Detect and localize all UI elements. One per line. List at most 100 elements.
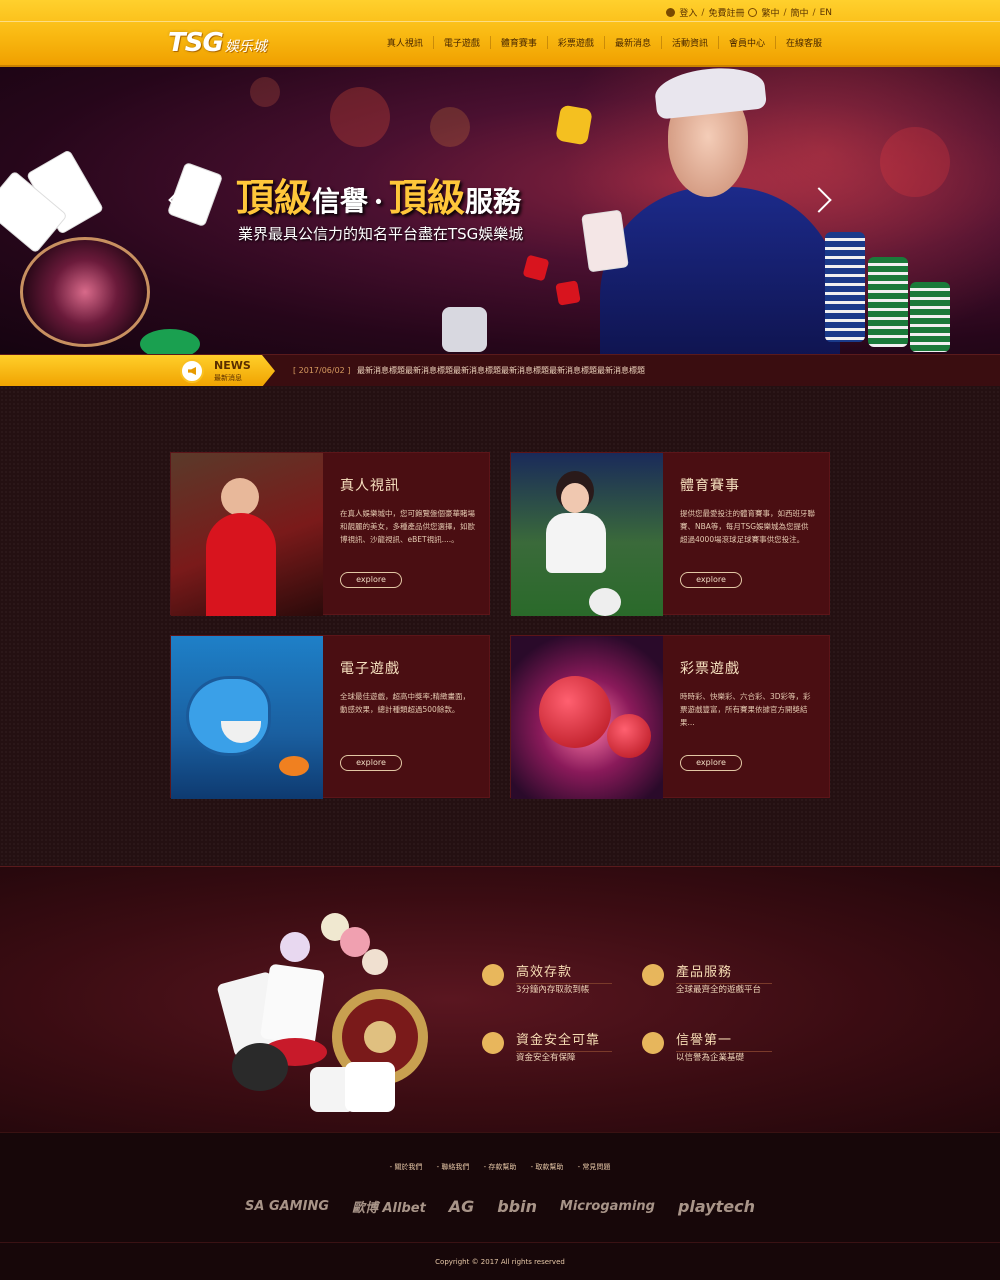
partner-logos: SA GAMING 歐博 Allbet AG bbin Microgaming … [245,1191,755,1221]
footer-link-about[interactable]: - 關於我們 [390,1163,423,1171]
features-section: 高效存款 3分鐘內存取款到帳 產品服務 全球最齊全的遊戲平台 資金安全可靠 資金… [0,866,1000,1132]
dice-image [522,254,550,282]
footer-divider [0,1242,1000,1243]
feature-title: 資金安全可靠 [516,1029,612,1052]
lang-traditional[interactable]: 繁中 [761,6,779,19]
feature-description: 3分鐘內存取款到帳 [516,985,590,995]
globe-icon [642,964,664,986]
card-title: 體育賽事 [680,478,740,494]
footer-link-deposit-help[interactable]: - 存款幫助 [484,1163,517,1171]
e-games-image [171,636,323,799]
card-description: 時時彩、快樂彩、六合彩、3D彩等，彩票遊戲豐富，所有賽果依據官方開獎結果... [680,692,811,727]
card-title: 彩票遊戲 [680,661,740,677]
partner-logo-playtech: playtech [677,1196,755,1216]
hero-banner: 頂級信譽 · 頂級服務 業界最具公信力的知名平台盡在TSG娛樂城 [0,67,1000,354]
category-card-sports: 體育賽事 提供您最愛投注的體育賽事，如西班牙聯賽、NBA等，每月TSG娛樂城為您… [510,452,830,616]
bokeh-light [430,107,470,147]
category-card-egames: 電子遊戲 全球最佳遊戲，超高中獎率;精緻畫面，動感效果，總計種類超過500餘款。… [170,635,490,799]
game-categories: 真人視訊 在真人娛樂城中，您可飽覽盤個豪華賭場和靚麗的美女，多種產品供您選擇，如… [0,386,1000,866]
card-title: 真人視訊 [340,478,400,494]
nav-lottery[interactable]: 彩票遊戲 [546,36,604,49]
roulette-wheel-image [20,237,150,347]
dice-image [555,280,581,306]
feature-title: 信譽第一 [676,1029,772,1052]
feature-description: 以信譽為企業基礎 [676,1053,745,1063]
feature-title: 高效存款 [516,961,612,984]
news-label-cn: 最新消息 [214,374,242,382]
wallet-icon [482,964,504,986]
site-footer: - 關於我們 - 聯絡我們 - 存款幫助 - 取款幫助 - 常見問題 SA GA… [0,1132,1000,1280]
partner-logo-ag: AG [448,1196,475,1216]
chip-stack-image [825,232,865,342]
nav-news[interactable]: 最新消息 [603,36,661,49]
footer-link-faq[interactable]: - 常見問題 [578,1163,611,1171]
partner-logo-bbin: bbin [497,1196,537,1216]
feature-description: 資金安全有保障 [516,1053,576,1063]
card-description: 提供您最愛投注的體育賽事，如西班牙聯賽、NBA等，每月TSG娛樂城為您提供超過4… [680,509,815,544]
separator: / [701,7,705,18]
spade-token-image [442,307,487,352]
card-title: 電子遊戲 [340,661,400,677]
logo-text: TSG [168,28,224,58]
nav-online-support[interactable]: 在線客服 [774,36,832,49]
heart-token-image [555,104,593,146]
header-divider [0,21,1000,22]
chip-stack-image [910,282,950,352]
chip-image [140,329,200,354]
globe-icon [748,8,758,17]
lang-english[interactable]: EN [820,8,832,18]
bokeh-light [250,77,280,107]
site-logo[interactable]: TSG 娛乐城 [168,28,267,58]
news-ticker[interactable]: [ 2017/06/02 ] 最新消息標題最新消息標題最新消息標題最新消息標題最… [293,365,645,376]
nav-promotions[interactable]: 活動資訊 [660,36,718,49]
news-date: [ 2017/06/02 ] [293,366,351,375]
lang-simplified[interactable]: 簡中 [791,6,809,19]
hero-headline: 頂級信譽 · 頂級服務 [236,167,521,222]
playing-card-image [581,209,629,273]
footer-link-contact[interactable]: - 聯絡我們 [437,1163,470,1171]
partner-logo-allbet: 歐博 Allbet [351,1200,426,1216]
separator: / [812,7,816,18]
live-video-image [171,453,323,616]
chip-stack-image [868,257,908,347]
news-ticker-bar: NEWS 最新消息 [ 2017/06/02 ] 最新消息標題最新消息標題最新消… [0,354,1000,387]
nav-sports[interactable]: 體育賽事 [489,36,547,49]
logo-subtext: 娛乐城 [224,39,267,55]
explore-button[interactable]: explore [340,755,402,771]
nav-e-games[interactable]: 電子遊戲 [432,36,490,49]
feature-description: 全球最齊全的遊戲平台 [676,985,762,995]
sports-image [511,453,663,616]
headline-dot: · [373,185,384,218]
copyright-text: Copyright © 2017 All rights reserved [435,1258,565,1266]
explore-button[interactable]: explore [680,572,742,588]
headline-word: 頂級 [388,175,465,220]
separator: / [783,7,787,18]
register-link[interactable]: 免費註冊 [708,6,744,19]
user-icon [666,8,676,17]
hero-subtitle: 業界最具公信力的知名平台盡在TSG娛樂城 [238,225,524,243]
feature-title: 產品服務 [676,961,772,984]
explore-button[interactable]: explore [340,572,402,588]
bokeh-light [330,87,390,147]
lottery-image [511,636,663,799]
top-links: 登入 / 免費註冊 繁中 / 簡中 / EN [666,6,832,19]
footer-links: - 關於我們 - 聯絡我們 - 存款幫助 - 取款幫助 - 常見問題 [0,1162,1000,1172]
partner-logo-sa-gaming: SA GAMING [245,1198,330,1214]
thumbs-up-icon [642,1032,664,1054]
top-header: 登入 / 免費註冊 繁中 / 簡中 / EN TSG 娛乐城 真人視訊 電子遊戲… [0,0,1000,67]
partner-logo-microgaming: Microgaming [559,1198,655,1214]
nav-member-center[interactable]: 會員中心 [717,36,775,49]
main-nav: 真人視訊 電子遊戲 體育賽事 彩票遊戲 最新消息 活動資訊 會員中心 在線客服 [377,36,832,49]
speaker-icon [180,359,204,383]
footer-link-withdraw-help[interactable]: - 取款幫助 [531,1163,564,1171]
headline-word: 服務 [464,185,521,218]
login-link[interactable]: 登入 [679,6,697,19]
casino-items-illustration [217,913,428,1112]
category-card-lottery: 彩票遊戲 時時彩、快樂彩、六合彩、3D彩等，彩票遊戲豐富，所有賽果依據官方開獎結… [510,635,830,799]
headline-word: 頂級 [236,175,313,220]
nav-live-video[interactable]: 真人視訊 [377,36,433,49]
category-card-live: 真人視訊 在真人娛樂城中，您可飽覽盤個豪華賭場和靚麗的美女，多種產品供您選擇，如… [170,452,490,616]
explore-button[interactable]: explore [680,755,742,771]
news-headline[interactable]: 最新消息標題最新消息標題最新消息標題最新消息標題最新消息標題最新消息標題 [357,366,645,375]
card-description: 在真人娛樂城中，您可飽覽盤個豪華賭場和靚麗的美女，多種產品供您選擇，如歐博視訊、… [340,509,475,544]
